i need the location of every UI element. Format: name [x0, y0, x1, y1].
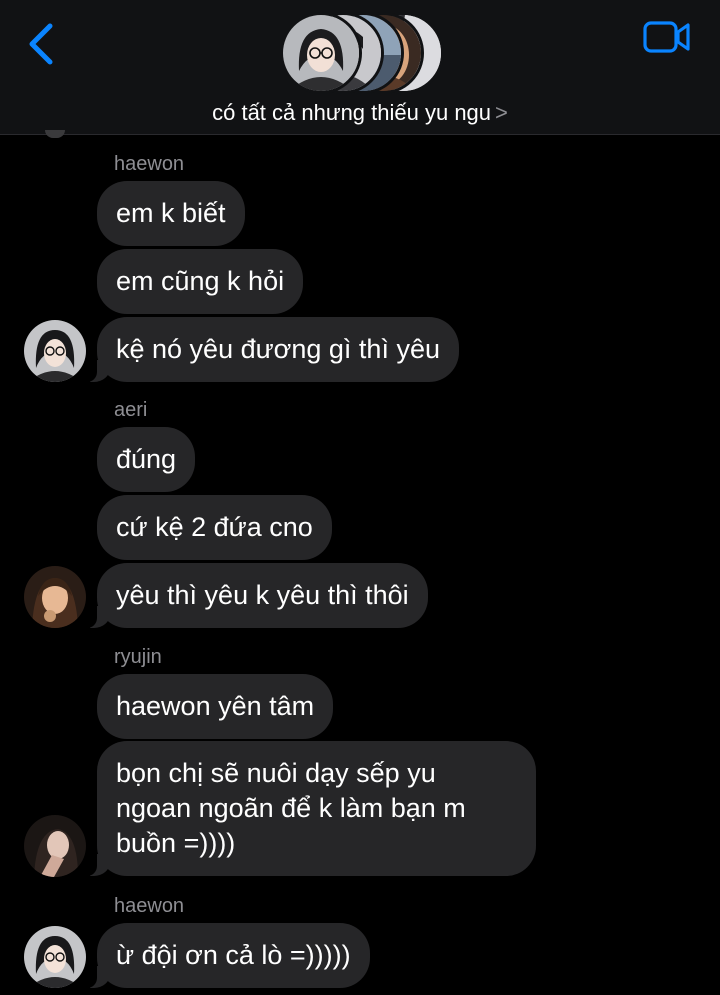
sender-name: haewon: [114, 153, 185, 175]
avatar-aeri[interactable]: [24, 566, 86, 628]
chat-header: có tất cả nhưng thiếu yu ngu >: [0, 0, 720, 135]
message-text: kệ nó yêu đương gì thì yêu: [116, 334, 440, 364]
avatar-ryujin[interactable]: [24, 815, 86, 877]
message-text: yêu thì yêu k yêu thì thôi: [116, 580, 409, 610]
message-text: cứ kệ 2 đứa cno: [116, 512, 313, 542]
message-text: đúng: [116, 444, 177, 474]
message-text: em k biết: [116, 198, 226, 228]
message-text: em cũng k hỏi: [116, 266, 285, 296]
back-button[interactable]: [26, 22, 58, 66]
message-bubble[interactable]: ừ đội ơn cả lò =))))): [87, 923, 370, 988]
message-bubble[interactable]: haewon yên tâm: [97, 674, 334, 739]
avatar-haewon[interactable]: [24, 320, 86, 382]
sender-name: haewon: [114, 895, 185, 917]
back-chevron-icon: [29, 23, 53, 65]
message-bubble[interactable]: em cũng k hỏi: [97, 249, 304, 314]
message-text: ừ đội ơn cả lò =))))): [116, 940, 351, 970]
scrolled-bubble-edge: [45, 130, 65, 138]
message-bubble[interactable]: em k biết: [97, 181, 245, 246]
group-name[interactable]: có tất cả nhưng thiếu yu ngu >: [0, 100, 720, 126]
message-bubble[interactable]: bọn chị sẽ nuôi dạy sếp yu ngoan ngoãn đ…: [87, 741, 536, 876]
chevron-right-icon: >: [495, 100, 508, 125]
member-avatar-haewon: [280, 12, 362, 94]
message-bubble[interactable]: đúng: [97, 427, 196, 492]
group-name-text: có tất cả nhưng thiếu yu ngu: [212, 100, 492, 125]
message-text: haewon yên tâm: [116, 691, 315, 721]
message-text: bọn chị sẽ nuôi dạy sếp yu ngoan ngoãn đ…: [116, 758, 466, 858]
sender-name: ryujin: [114, 646, 162, 668]
video-call-button[interactable]: [643, 20, 691, 54]
video-call-icon: [643, 21, 690, 53]
message-bubble[interactable]: cứ kệ 2 đứa cno: [97, 495, 332, 560]
group-avatar-stack[interactable]: [280, 12, 444, 94]
message-bubble[interactable]: yêu thì yêu k yêu thì thôi: [87, 563, 428, 628]
message-bubble[interactable]: kệ nó yêu đương gì thì yêu: [87, 317, 459, 382]
avatar-haewon[interactable]: [24, 926, 86, 988]
sender-name: aeri: [114, 399, 148, 421]
